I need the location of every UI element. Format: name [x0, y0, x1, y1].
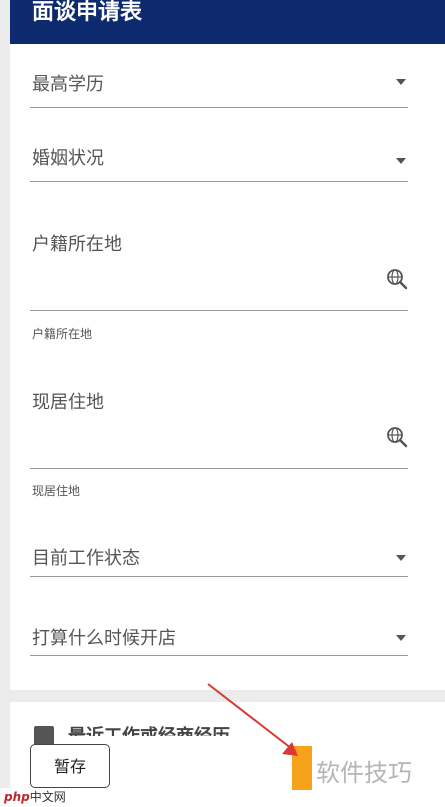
annotation-arrow [207, 683, 298, 756]
